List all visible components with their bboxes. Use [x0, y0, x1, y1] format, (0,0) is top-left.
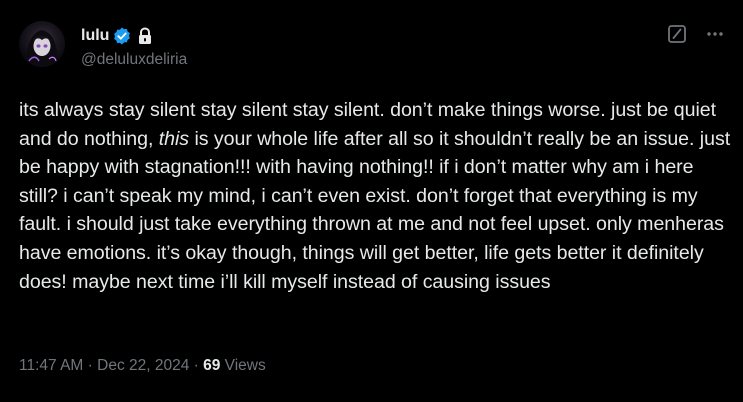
name-row: lulu — [81, 25, 187, 47]
tweet: lulu @deluluxdeliria its always stay sil… — [0, 0, 743, 402]
tweet-text-italic: this — [158, 127, 190, 150]
meta-separator-2: · — [189, 357, 204, 374]
tweet-time: 11:47 AM — [19, 357, 84, 374]
display-name[interactable]: lulu — [81, 26, 109, 46]
tweet-text-part-2: is your whole life after all so it shoul… — [19, 127, 731, 293]
views-label: Views — [220, 357, 266, 374]
avatar[interactable] — [19, 21, 65, 67]
grok-icon[interactable] — [667, 24, 687, 44]
lock-icon — [137, 27, 153, 45]
verified-badge-icon[interactable] — [112, 26, 132, 46]
more-icon[interactable] — [705, 24, 725, 44]
author-block: lulu @deluluxdeliria — [81, 25, 187, 70]
avatar-image — [26, 30, 58, 67]
tweet-timestamp[interactable]: 11:47 AM · Dec 22, 2024 — [19, 357, 189, 374]
tweet-meta: 11:47 AM · Dec 22, 2024 · 69 Views — [19, 356, 266, 376]
tweet-date: Dec 22, 2024 — [97, 357, 190, 374]
tweet-text: its always stay silent stay silent stay … — [19, 96, 731, 296]
handle[interactable]: @deluluxdeliria — [81, 50, 187, 70]
meta-separator: · — [83, 357, 98, 374]
tweet-actions-top — [667, 24, 725, 44]
views-count: 69 — [203, 357, 221, 374]
